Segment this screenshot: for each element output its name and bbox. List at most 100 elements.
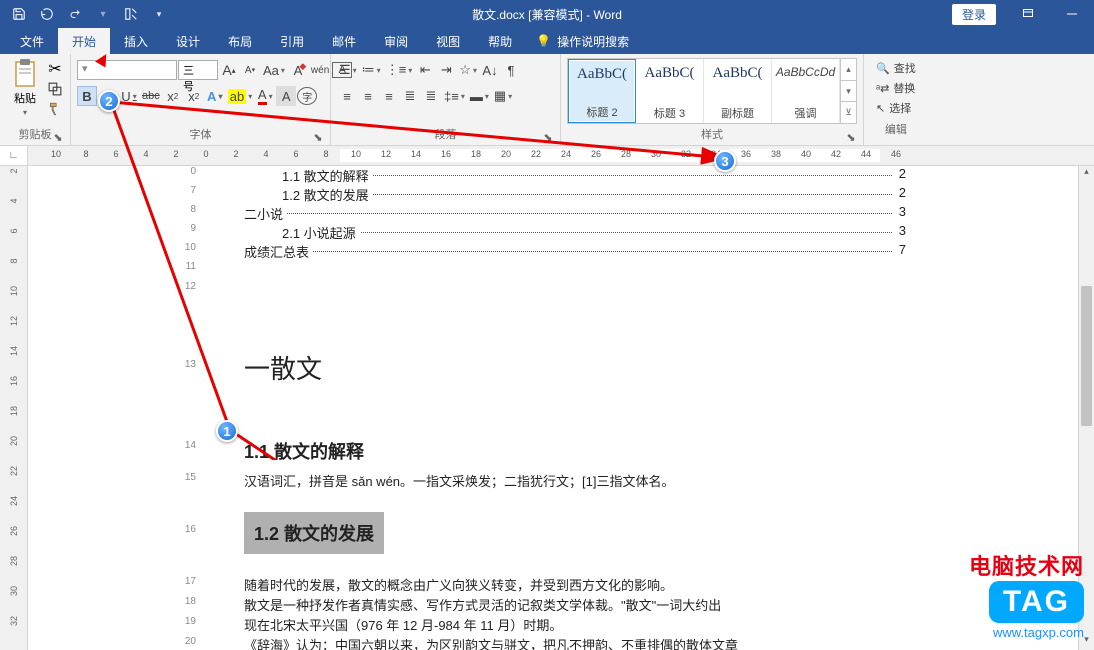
shading-button[interactable]: ▬▾	[468, 86, 491, 106]
superscript-button[interactable]: x2	[184, 86, 204, 106]
clear-format-icon[interactable]: A◆	[288, 60, 308, 80]
toc-entry[interactable]: 2.1 小说起源	[282, 223, 360, 242]
gallery-more-icon[interactable]: ⊻	[841, 102, 856, 123]
font-color-button[interactable]: A▾	[255, 86, 275, 106]
align-left-icon[interactable]: ≡	[337, 86, 357, 106]
style-subtitle[interactable]: AaBbC( 副标题	[704, 59, 772, 123]
ruler-corner[interactable]: ∟	[0, 146, 28, 165]
ribbon-display-options-icon[interactable]	[1006, 0, 1050, 28]
show-marks-icon[interactable]: ¶	[501, 60, 521, 80]
paragraph-group-label: 段落⬊	[337, 125, 554, 145]
style-heading3[interactable]: AaBbC( 标题 3	[636, 59, 704, 123]
paragraph-launcher-icon[interactable]: ⬊	[542, 131, 554, 143]
qat-customize-icon[interactable]: ▾	[146, 1, 172, 27]
gallery-scroll: ▴ ▾ ⊻	[840, 59, 856, 123]
copy-icon[interactable]	[46, 80, 64, 98]
paragraph-text: 《辞海》认为：中国六朝以来，为区别韵文与骈文，把凡不押韵、不重排偶的散体文章	[244, 636, 906, 650]
subscript-button[interactable]: x2	[163, 86, 183, 106]
toc-entry[interactable]: 1.2 散文的发展	[282, 185, 373, 204]
char-shading-button[interactable]: A	[276, 86, 296, 106]
tab-help[interactable]: 帮助	[474, 28, 526, 54]
align-justify-icon[interactable]: ≣	[400, 86, 420, 106]
heading-1: 一散文	[244, 301, 906, 404]
page-canvas[interactable]: 01.1 散文的解释271.2 散文的发展28二小说392.1 小说起源310成…	[28, 166, 1094, 650]
tab-layout[interactable]: 布局	[214, 28, 266, 54]
grow-font-icon[interactable]: A▴	[219, 60, 239, 80]
line-number: 14	[176, 440, 196, 451]
redo-icon[interactable]	[62, 1, 88, 27]
group-font: ▾ 三号 A▴ A▾ Aa▾ A◆ wén A B I U▾ abc x2 x2…	[71, 54, 331, 145]
heading-2-selected[interactable]: 1.2 散文的发展	[244, 512, 384, 554]
style-emphasis[interactable]: AaBbCcDd 强调	[772, 59, 840, 123]
ruler-vertical[interactable]: 2468101214161820222426283032	[0, 166, 28, 650]
tab-view[interactable]: 视图	[422, 28, 474, 54]
heading-2: 1.1 散文的解释	[244, 432, 906, 470]
clipboard-launcher-icon[interactable]: ⬊	[52, 131, 64, 143]
document-area: 2468101214161820222426283032 01.1 散文的解释2…	[0, 166, 1094, 650]
gallery-down-icon[interactable]: ▾	[841, 81, 856, 103]
toc-entry[interactable]: 二小说	[244, 204, 287, 223]
highlight-button[interactable]: ab▾	[226, 86, 254, 106]
touch-mode-icon[interactable]	[118, 1, 144, 27]
line-number: 13	[176, 359, 196, 370]
login-button[interactable]: 登录	[952, 4, 996, 25]
styles-launcher-icon[interactable]: ⬊	[845, 131, 857, 143]
tab-file[interactable]: 文件	[6, 28, 58, 54]
bullets-button[interactable]: ☰▾	[337, 60, 359, 80]
toc-page-number: 3	[893, 223, 906, 238]
toc-entry[interactable]: 成绩汇总表	[244, 242, 313, 261]
select-button[interactable]: ↖选择	[876, 100, 916, 116]
change-case-icon[interactable]: Aa▾	[261, 60, 287, 80]
replace-button[interactable]: ᵃ⇄替换	[876, 80, 916, 96]
font-name-select[interactable]: ▾	[77, 60, 177, 80]
enclose-char-button[interactable]: 字	[297, 87, 317, 105]
text-effects-button[interactable]: A▾	[205, 86, 225, 106]
clipboard-icon	[12, 58, 38, 88]
gallery-up-icon[interactable]: ▴	[841, 59, 856, 81]
phonetic-guide-icon[interactable]: wén	[309, 60, 331, 80]
style-heading2[interactable]: AaBbC( 标题 2	[568, 59, 636, 123]
ruler-track[interactable]: 1086420246810121416182022242628303234363…	[28, 146, 1094, 165]
save-icon[interactable]	[6, 1, 32, 27]
line-spacing-button[interactable]: ‡≡▾	[442, 86, 467, 106]
lightbulb-icon: 💡	[536, 34, 551, 48]
bold-button[interactable]: B	[77, 86, 97, 106]
align-distributed-icon[interactable]: ≣	[421, 86, 441, 106]
format-painter-icon[interactable]	[46, 100, 64, 118]
tab-mail[interactable]: 邮件	[318, 28, 370, 54]
body-line: 19现在北宋太平兴国（976 年 12 月-984 年 11 月）时期。	[206, 616, 906, 634]
find-button[interactable]: 🔍查找	[876, 60, 916, 76]
borders-button[interactable]: ▦▾	[492, 86, 514, 106]
tell-me-search[interactable]: 💡 操作说明搜索	[526, 28, 639, 54]
decrease-indent-icon[interactable]: ⇤	[415, 60, 435, 80]
page-content: 01.1 散文的解释271.2 散文的发展28二小说392.1 小说起源310成…	[206, 166, 906, 650]
font-group-label: 字体⬊	[77, 125, 324, 145]
tab-review[interactable]: 审阅	[370, 28, 422, 54]
font-launcher-icon[interactable]: ⬊	[312, 131, 324, 143]
font-size-select[interactable]: 三号	[178, 60, 218, 80]
increase-indent-icon[interactable]: ⇥	[436, 60, 456, 80]
undo-icon[interactable]	[34, 1, 60, 27]
minimize-icon[interactable]	[1050, 0, 1094, 28]
cut-icon[interactable]: ✂	[46, 60, 64, 78]
align-center-icon[interactable]: ≡	[358, 86, 378, 106]
multilevel-button[interactable]: ⋮≡▾	[384, 60, 415, 80]
toc-entry[interactable]: 1.1 散文的解释	[282, 166, 373, 185]
tab-home[interactable]: 开始	[58, 28, 110, 54]
asian-layout-button[interactable]: ☆▾	[457, 60, 479, 80]
toc-row: 92.1 小说起源3	[206, 223, 906, 241]
shrink-font-icon[interactable]: A▾	[240, 60, 260, 80]
strikethrough-button[interactable]: abc	[140, 86, 162, 106]
underline-button[interactable]: U▾	[119, 86, 139, 106]
scrollbar-thumb[interactable]	[1081, 286, 1092, 426]
tab-design[interactable]: 设计	[162, 28, 214, 54]
sort-icon[interactable]: A↓	[480, 60, 500, 80]
search-icon: 🔍	[876, 62, 890, 75]
italic-button[interactable]: I	[98, 86, 118, 106]
tab-insert[interactable]: 插入	[110, 28, 162, 54]
numbering-button[interactable]: ≔▾	[360, 60, 383, 80]
tab-references[interactable]: 引用	[266, 28, 318, 54]
toc-row: 10成绩汇总表7	[206, 242, 906, 260]
paste-button[interactable]: 粘贴 ▾	[6, 56, 44, 117]
align-right-icon[interactable]: ≡	[379, 86, 399, 106]
